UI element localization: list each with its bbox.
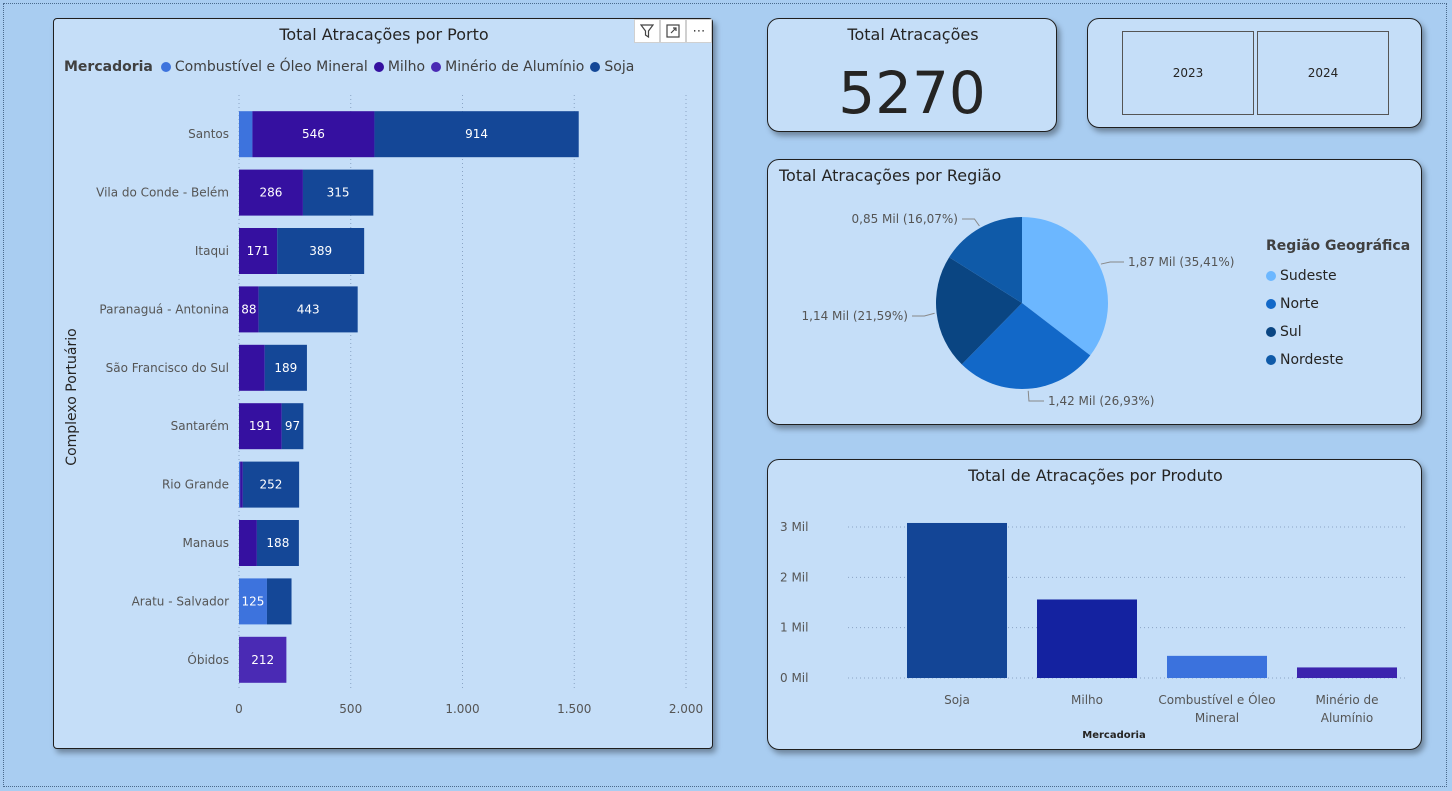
data-label: 389	[309, 244, 332, 258]
column-chart-plot: 0 Mil 1 Mil 2 Mil 3 Mil Soja Milho Combustível…	[780, 520, 1408, 741]
data-label: 191	[249, 419, 272, 433]
y-tick-label: São Francisco do Sul	[106, 361, 229, 375]
y-tick-label: Paranaguá - Antonina	[99, 302, 229, 316]
legend-item-nordeste[interactable]: Nordeste	[1266, 346, 1410, 374]
data-label: 0,85 Mil (16,07%)	[852, 212, 959, 226]
data-label: 1,14 Mil (21,59%)	[802, 309, 909, 323]
kpi-value: 5270	[838, 59, 986, 127]
y-tick-label: 1 Mil	[780, 621, 808, 635]
leader-line	[912, 312, 935, 317]
data-label: 171	[247, 244, 270, 258]
y-tick-label: Santarém	[171, 419, 229, 433]
bar-segment	[239, 461, 241, 508]
data-label: 125	[242, 594, 265, 608]
data-label: 1,42 Mil (26,93%)	[1048, 394, 1155, 408]
data-label: 97	[285, 419, 300, 433]
y-tick-label: Vila do Conde - Belém	[96, 186, 229, 200]
legend-dot-icon	[1266, 355, 1276, 365]
legend-title: Região Geográfica	[1266, 238, 1411, 254]
column-bar	[1167, 655, 1267, 678]
data-label: 252	[260, 478, 283, 492]
x-tick-label: Minério de	[1315, 693, 1378, 707]
y-tick-label: 3 Mil	[780, 520, 808, 534]
data-label: 914	[465, 127, 488, 141]
year-slicer: 2023 2024	[1087, 18, 1422, 128]
legend-dot-icon	[1266, 299, 1276, 309]
x-axis-title: Mercadoria	[1082, 730, 1145, 741]
x-tick-label: 2.000	[669, 702, 703, 716]
bar-segment	[239, 344, 265, 391]
data-label: 286	[260, 186, 283, 200]
bar-segment	[266, 578, 292, 625]
y-tick-label: Itaqui	[195, 244, 229, 258]
leader-line	[962, 218, 980, 227]
slicer-option-2024[interactable]: 2024	[1257, 31, 1389, 115]
legend-dot-icon	[1266, 271, 1276, 281]
bar-segment	[240, 461, 243, 508]
x-tick-label: Mineral	[1195, 711, 1239, 725]
x-tick-label: 500	[339, 702, 362, 716]
chart-atracacoes-por-regiao[interactable]: Total Atracações por Região 1,87 Mil (35…	[767, 159, 1422, 425]
y-tick-label: Rio Grande	[162, 478, 229, 492]
legend-label: Nordeste	[1280, 352, 1344, 368]
data-label: 189	[274, 361, 297, 375]
data-label: 188	[266, 536, 289, 550]
x-tick-label: Soja	[944, 693, 970, 707]
x-tick-label: 1.500	[557, 702, 591, 716]
column-bar	[907, 522, 1007, 678]
x-tick-label: Alumínio	[1321, 711, 1373, 725]
data-label: 212	[251, 653, 274, 667]
data-label: 88	[241, 302, 256, 316]
chart-atracacoes-por-produto[interactable]: Total de Atracações por Produto 0 Mil 1 M…	[767, 459, 1422, 750]
legend-item-sudeste[interactable]: Sudeste	[1266, 262, 1410, 290]
column-bar	[1037, 599, 1137, 678]
slicer-option-2023[interactable]: 2023	[1122, 31, 1254, 115]
x-tick-label: 1.000	[445, 702, 479, 716]
pie-legend: Região Geográfica Sudeste Norte Sul Nord…	[1266, 238, 1410, 374]
y-tick-label: Santos	[188, 127, 229, 141]
y-tick-label: Manaus	[182, 536, 229, 550]
y-tick-label: 2 Mil	[780, 570, 808, 584]
x-tick-label: Milho	[1071, 693, 1103, 707]
x-tick-label: Combustível e Óleo	[1158, 692, 1275, 707]
data-label: 443	[297, 302, 320, 316]
y-axis-title: Complexo Portuário	[64, 328, 80, 465]
bar-segment	[239, 520, 257, 566]
bar-segment	[239, 111, 253, 158]
legend-label: Sul	[1280, 324, 1302, 340]
y-tick-label: Óbidos	[187, 652, 229, 667]
legend-label: Sudeste	[1280, 268, 1337, 284]
x-tick-label: 0	[235, 702, 243, 716]
leader-line	[1100, 261, 1124, 265]
chart-atracacoes-por-porto[interactable]: Total Atracações por Porto ⋯ Mercadoria …	[53, 18, 713, 749]
column-bar	[1297, 667, 1397, 678]
legend-item-sul[interactable]: Sul	[1266, 318, 1410, 346]
leader-line	[1027, 390, 1044, 402]
kpi-card: Total Atracações 5270	[767, 18, 1057, 132]
data-label: 1,87 Mil (35,41%)	[1128, 255, 1235, 269]
kpi-title: Total Atracações	[847, 25, 979, 44]
y-tick-label: Aratu - Salvador	[132, 594, 229, 608]
bar-chart-plot: 0 500 1.000 1.500 2.000 Complexo Portuário San…	[64, 95, 703, 716]
y-tick-label: 0 Mil	[780, 671, 808, 685]
data-label: 546	[302, 127, 325, 141]
legend-dot-icon	[1266, 327, 1276, 337]
legend-item-norte[interactable]: Norte	[1266, 290, 1410, 318]
legend-label: Norte	[1280, 296, 1319, 312]
data-label: 315	[327, 186, 350, 200]
